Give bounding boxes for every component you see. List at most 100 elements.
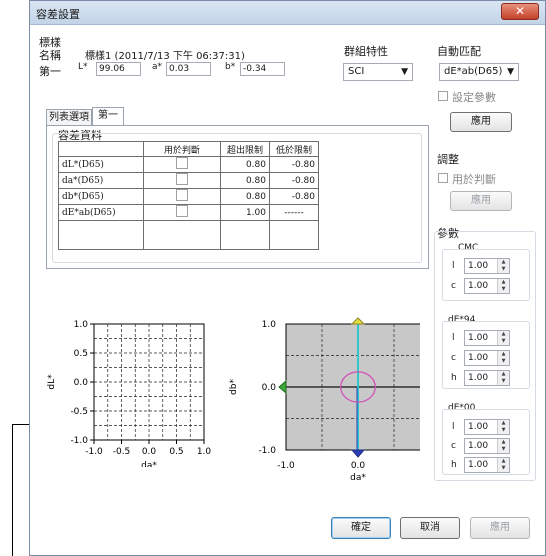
cmc-l-stepper[interactable]: 1.00 ▲ ▼ bbox=[464, 258, 510, 274]
row-name: dE*ab(D65) bbox=[58, 204, 144, 221]
adjust-apply-button[interactable]: 應用 bbox=[450, 191, 512, 211]
green-axis-marker bbox=[278, 379, 287, 395]
table-row-empty bbox=[58, 220, 319, 250]
cmc-c-value: 1.00 bbox=[468, 281, 489, 291]
upper-limit[interactable]: 0.80 bbox=[220, 172, 270, 189]
spinner-arrows-icon[interactable]: ▲ ▼ bbox=[497, 331, 509, 345]
auto-match-select[interactable]: dE*ab(D65) ▼ bbox=[439, 63, 519, 81]
set-params-checkbox[interactable] bbox=[438, 91, 448, 101]
empty-cell bbox=[269, 220, 319, 250]
spinner-arrows-icon[interactable]: ▲ ▼ bbox=[497, 351, 509, 365]
lower-limit[interactable]: -0.80 bbox=[269, 156, 319, 173]
footer-apply-button[interactable]: 應用 bbox=[470, 517, 530, 539]
y-axis-label: dL* bbox=[47, 374, 57, 390]
y-tick-label: 1.0 bbox=[262, 320, 277, 330]
cancel-button[interactable]: 取消 bbox=[400, 517, 460, 539]
spinner-arrows-icon[interactable]: ▲ ▼ bbox=[497, 279, 509, 293]
de94-l-value: 1.00 bbox=[468, 333, 489, 343]
adjust-label: 調整 bbox=[437, 153, 459, 166]
cmc-c-label: c bbox=[451, 281, 456, 291]
table-row: db*(D65) 0.80 -0.80 bbox=[58, 188, 319, 205]
tab-list-options[interactable]: 列表選項 bbox=[46, 109, 92, 126]
table-header bbox=[58, 141, 144, 157]
x-tick-label: 0.0 bbox=[142, 447, 157, 457]
connector-line-vertical bbox=[12, 424, 13, 556]
spinner-arrows-icon[interactable]: ▲ ▼ bbox=[497, 420, 509, 434]
l-label: L* bbox=[78, 62, 88, 72]
upper-limit[interactable]: 0.80 bbox=[220, 188, 270, 205]
cmc-c-stepper[interactable]: 1.00 ▲ ▼ bbox=[464, 278, 510, 294]
spinner-arrows-icon[interactable]: ▲ ▼ bbox=[497, 259, 509, 273]
standard-row-label: 第一 bbox=[39, 65, 61, 78]
b-label: b* bbox=[225, 62, 236, 72]
adjust-use-checkbox[interactable] bbox=[438, 173, 448, 183]
y-tick-label: 1.0 bbox=[74, 320, 89, 330]
table-row: dE*ab(D65) 1.00 ------ bbox=[58, 204, 319, 221]
spinner-arrows-icon[interactable]: ▲ ▼ bbox=[497, 458, 509, 472]
de00-h-value: 1.00 bbox=[468, 460, 489, 470]
window-title: 容差設置 bbox=[36, 8, 80, 21]
use-judge-cell bbox=[143, 188, 221, 205]
standard-name-label: 名稱 bbox=[39, 49, 61, 62]
use-judge-checkbox[interactable] bbox=[176, 173, 188, 185]
de00-h-label: h bbox=[451, 460, 457, 470]
group-attr-label: 群組特性 bbox=[344, 45, 388, 58]
upper-limit[interactable]: 1.00 bbox=[220, 204, 270, 221]
group-attr-value: SCI bbox=[348, 66, 365, 77]
lower-limit[interactable]: -0.80 bbox=[269, 188, 319, 205]
adjust-use-label: 用於判斷 bbox=[452, 173, 496, 186]
cmc-l-value: 1.00 bbox=[468, 261, 489, 271]
standard-name-value: 標樣1 (2011/7/13 下午 06:37:31) bbox=[85, 51, 245, 62]
table-row: da*(D65) 0.80 -0.80 bbox=[58, 172, 319, 189]
tab-first[interactable]: 第一 bbox=[92, 107, 124, 126]
tolerance-table-wrap: 用於判斷 超出限制 低於限制 dL*(D65) 0.80 -0.80 da*(D… bbox=[44, 141, 424, 261]
a-label: a* bbox=[152, 62, 163, 72]
spinner-arrows-icon[interactable]: ▲ ▼ bbox=[497, 371, 509, 385]
auto-match-label: 自動匹配 bbox=[437, 45, 481, 58]
de94-l-stepper[interactable]: 1.00 ▲ ▼ bbox=[464, 330, 510, 346]
y-tick-label: 0.0 bbox=[74, 378, 89, 388]
y-tick-label: 0.5 bbox=[74, 349, 88, 359]
x-tick-label: 0.5 bbox=[169, 447, 183, 457]
title-bar: 容差設置 ✕ bbox=[30, 1, 545, 25]
x-axis-label: da* bbox=[350, 473, 366, 483]
connector-line bbox=[12, 424, 30, 425]
x-tick-label: -0.5 bbox=[113, 447, 131, 457]
table-header-row: 用於判斷 超出限制 低於限制 bbox=[58, 141, 319, 157]
de00-l-value: 1.00 bbox=[468, 422, 489, 432]
group-attr-select[interactable]: SCI ▼ bbox=[343, 63, 413, 81]
de94-c-stepper[interactable]: 1.00 ▲ ▼ bbox=[464, 350, 510, 366]
de00-h-stepper[interactable]: 1.00 ▲ ▼ bbox=[464, 457, 510, 473]
use-judge-checkbox[interactable] bbox=[176, 205, 188, 217]
chevron-down-icon: ▼ bbox=[507, 67, 514, 77]
blue-axis-marker bbox=[350, 449, 366, 458]
empty-cell bbox=[143, 220, 221, 250]
de94-h-stepper[interactable]: 1.00 ▲ ▼ bbox=[464, 370, 510, 386]
use-judge-checkbox[interactable] bbox=[176, 157, 188, 169]
close-button[interactable]: ✕ bbox=[501, 3, 539, 20]
de00-c-stepper[interactable]: 1.00 ▲ ▼ bbox=[464, 438, 510, 454]
auto-match-apply-button[interactable]: 應用 bbox=[450, 112, 512, 132]
use-judge-checkbox[interactable] bbox=[176, 189, 188, 201]
de00-c-value: 1.00 bbox=[468, 441, 489, 451]
x-tick-label: -1.0 bbox=[277, 461, 295, 471]
de00-l-stepper[interactable]: 1.00 ▲ ▼ bbox=[464, 419, 510, 435]
dialog-client: 標樣 名稱 標樣1 (2011/7/13 下午 06:37:31) 第一 99.… bbox=[30, 25, 545, 555]
upper-limit[interactable]: 0.80 bbox=[220, 156, 270, 173]
a-value-field: 0.03 bbox=[166, 62, 211, 76]
de00-l-label: l bbox=[452, 422, 455, 432]
x-tick-label: 0.0 bbox=[351, 461, 366, 471]
tolerance-table: 用於判斷 超出限制 低於限制 dL*(D65) 0.80 -0.80 da*(D… bbox=[58, 141, 319, 250]
de94-h-value: 1.00 bbox=[468, 373, 489, 383]
row-name: dL*(D65) bbox=[58, 156, 144, 173]
y-tick-label: 0.0 bbox=[262, 383, 277, 393]
cmc-l-label: l bbox=[452, 261, 455, 271]
x-tick-label: -1.0 bbox=[85, 447, 103, 457]
row-name: db*(D65) bbox=[58, 188, 144, 205]
table-header: 超出限制 bbox=[220, 141, 270, 157]
spinner-arrows-icon[interactable]: ▲ ▼ bbox=[497, 439, 509, 453]
yellow-axis-marker bbox=[350, 317, 366, 325]
lower-limit[interactable]: -0.80 bbox=[269, 172, 319, 189]
ok-button[interactable]: 確定 bbox=[331, 517, 391, 539]
use-judge-cell bbox=[143, 204, 221, 221]
